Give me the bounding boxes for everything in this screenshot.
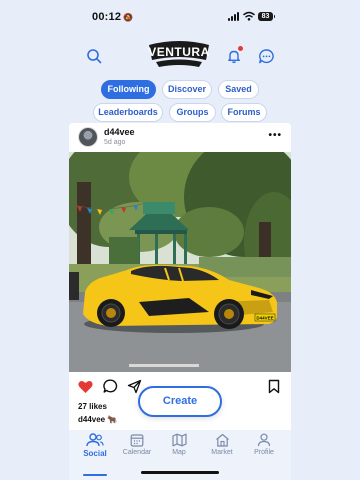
person-icon xyxy=(257,433,271,447)
status-bar: 00:12 🔕 83 xyxy=(0,0,360,34)
nav-calendar[interactable]: Calendar xyxy=(117,433,157,471)
nav-social[interactable]: Social xyxy=(75,433,115,476)
app-header: VENTURA xyxy=(0,36,360,76)
license-plate-text: D44VEE xyxy=(256,316,273,321)
chat-bubble-icon xyxy=(258,48,274,63)
storefront-icon xyxy=(215,433,229,447)
like-count[interactable]: 27 likes xyxy=(78,402,107,411)
more-options-icon[interactable]: ••• xyxy=(268,131,282,141)
tab-groups[interactable]: Groups xyxy=(169,103,216,122)
people-icon xyxy=(86,433,104,447)
status-time: 00:12 🔕 xyxy=(92,11,134,23)
wifi-icon xyxy=(243,11,255,21)
create-post-button[interactable]: Create xyxy=(138,386,222,417)
cellular-signal-icon xyxy=(228,12,242,21)
battery-indicator: 83 xyxy=(258,12,275,21)
caption-username[interactable]: d44vee xyxy=(78,415,105,424)
post-timestamp: 5d ago xyxy=(104,139,126,146)
search-icon xyxy=(87,49,102,64)
nav-market-label: Market xyxy=(211,449,233,456)
nav-social-label: Social xyxy=(83,449,107,458)
nav-map[interactable]: Map xyxy=(159,433,199,471)
post-photo[interactable]: D44VEE xyxy=(69,152,291,372)
bookmark-icon[interactable] xyxy=(268,379,280,394)
tab-discover[interactable]: Discover xyxy=(162,80,212,99)
tab-following[interactable]: Following xyxy=(101,80,156,99)
home-indicator[interactable] xyxy=(141,471,219,474)
nav-profile-label: Profile xyxy=(254,449,274,456)
nav-calendar-label: Calendar xyxy=(122,449,152,456)
nav-map-label: Map xyxy=(172,449,186,456)
tab-forums[interactable]: Forums xyxy=(221,103,267,122)
comment-icon[interactable] xyxy=(103,379,118,394)
nav-market[interactable]: Market xyxy=(202,433,242,471)
silent-bell-icon: 🔕 xyxy=(123,13,134,22)
post-caption: d44vee 🐂 xyxy=(78,415,117,424)
heart-icon[interactable] xyxy=(78,380,93,394)
nav-profile[interactable]: Profile xyxy=(244,433,284,471)
notifications-button[interactable] xyxy=(223,45,245,67)
tab-leaderboards[interactable]: Leaderboards xyxy=(93,103,163,122)
post-username[interactable]: d44vee xyxy=(104,127,135,137)
avatar[interactable] xyxy=(78,127,98,147)
caption-emoji: 🐂 xyxy=(107,415,118,424)
messages-button[interactable] xyxy=(255,45,277,67)
post-header: d44vee 5d ago ••• xyxy=(69,123,291,153)
ventura-logo[interactable]: VENTURA xyxy=(146,38,212,72)
logo-text: VENTURA xyxy=(148,45,210,59)
notification-dot xyxy=(238,46,243,51)
calendar-icon xyxy=(130,434,144,447)
map-icon xyxy=(171,433,187,447)
search-button[interactable] xyxy=(83,45,105,67)
tab-saved[interactable]: Saved xyxy=(218,80,259,99)
